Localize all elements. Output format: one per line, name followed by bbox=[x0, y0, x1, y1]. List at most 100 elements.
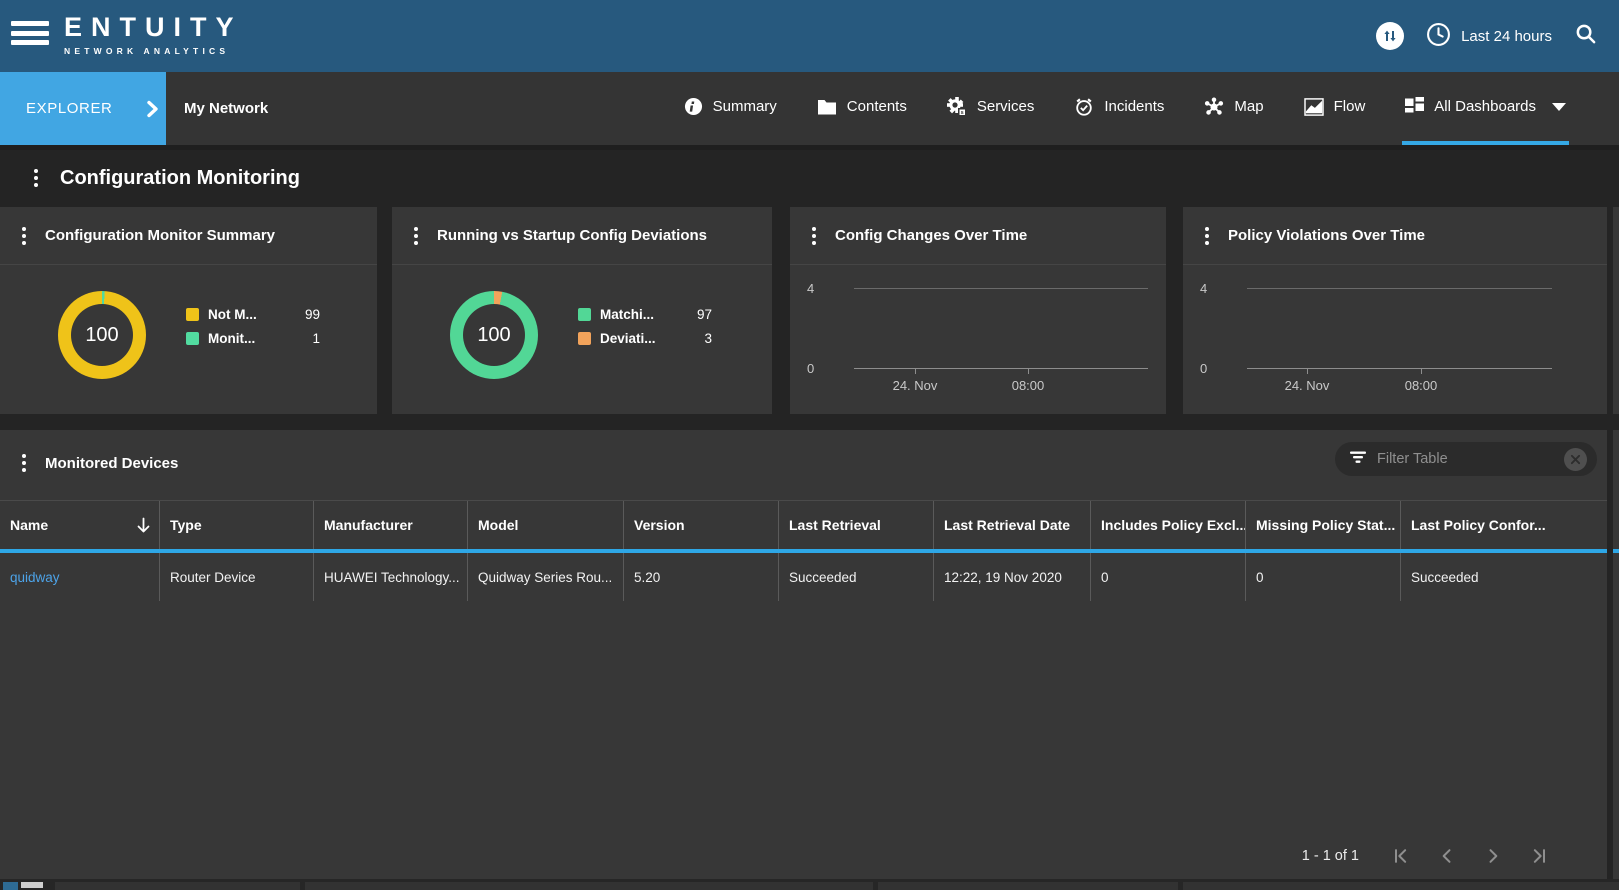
panel-title: Running vs Startup Config Deviations bbox=[437, 227, 708, 244]
tab-label: Map bbox=[1234, 98, 1264, 115]
alarm-clock-icon bbox=[1074, 97, 1094, 117]
explorer-button[interactable]: EXPLORER bbox=[0, 72, 166, 145]
hamburger-menu-icon[interactable] bbox=[11, 21, 49, 51]
folder-icon bbox=[817, 98, 837, 115]
column-header-label: Name bbox=[10, 517, 49, 533]
column-header-label: Version bbox=[634, 517, 685, 533]
cell: 0 bbox=[1091, 553, 1246, 601]
cell: Quidway Series Rou... bbox=[468, 553, 624, 601]
column-header-model[interactable]: Model bbox=[468, 501, 624, 549]
legend-swatch bbox=[578, 308, 591, 321]
tab-label: Incidents bbox=[1104, 98, 1165, 115]
column-header-type[interactable]: Type bbox=[160, 501, 314, 549]
next-page-icon[interactable] bbox=[1483, 846, 1503, 866]
nav-tabs: Summary Contents s Services Incidents Map Flow… bbox=[681, 72, 1569, 145]
column-header-version[interactable]: Version bbox=[624, 501, 779, 549]
panel-title: Configuration Monitor Summary bbox=[45, 227, 275, 244]
tab-summary[interactable]: Summary bbox=[681, 72, 780, 145]
tab-contents[interactable]: Contents bbox=[814, 72, 910, 145]
cell: Router Device bbox=[160, 553, 314, 601]
y-tick-label: 4 bbox=[1200, 281, 1208, 296]
column-header-label: Model bbox=[478, 517, 519, 533]
column-header-missing-policy-stat[interactable]: Missing Policy Stat... bbox=[1246, 501, 1401, 549]
panel-menu-icon[interactable] bbox=[806, 223, 822, 249]
dashboards-grid-icon bbox=[1405, 97, 1425, 116]
cell: Succeeded bbox=[779, 553, 934, 601]
legend-swatch bbox=[186, 308, 199, 321]
table-row[interactable]: quidway Router Device HUAWEI Technology...… bbox=[0, 553, 1607, 601]
legend-item[interactable]: Monit... 1 bbox=[186, 331, 320, 346]
logo-subtitle: NETWORK ANALYTICS bbox=[64, 46, 230, 56]
panel-title: Policy Violations Over Time bbox=[1228, 227, 1426, 244]
device-link[interactable]: quidway bbox=[0, 553, 160, 601]
legend-label: Deviati... bbox=[600, 331, 656, 346]
map-nodes-icon bbox=[1204, 96, 1224, 117]
legend-item[interactable]: Deviati... 3 bbox=[578, 331, 712, 346]
tab-label: Summary bbox=[712, 98, 777, 115]
legend-label: Matchi... bbox=[600, 307, 655, 322]
y-tick-label: 4 bbox=[807, 281, 815, 296]
chevron-right-icon bbox=[143, 100, 161, 118]
legend-swatch bbox=[578, 332, 591, 345]
search-icon[interactable] bbox=[1574, 22, 1597, 50]
last-page-icon[interactable] bbox=[1529, 846, 1549, 866]
panel-monitored-devices: Monitored Devices Name Type Manufacturer Mo… bbox=[0, 430, 1607, 879]
time-range-selector[interactable]: Last 24 hours bbox=[1426, 22, 1552, 51]
filter-table-field bbox=[1335, 442, 1597, 476]
column-header-label: Manufacturer bbox=[324, 517, 413, 533]
panel-menu-icon[interactable] bbox=[1199, 223, 1215, 249]
column-header-label: Type bbox=[170, 517, 202, 533]
donut-chart: 100 bbox=[58, 291, 146, 379]
legend-value: 1 bbox=[312, 331, 320, 346]
panel-policy-violations-over-time: Policy Violations Over Time 4 0 24. Nov … bbox=[1183, 207, 1607, 414]
x-tick-label: 08:00 bbox=[1011, 378, 1045, 393]
tab-services[interactable]: s Services bbox=[944, 72, 1038, 145]
panel-menu-icon[interactable] bbox=[16, 223, 32, 249]
first-page-icon[interactable] bbox=[1391, 846, 1411, 866]
sort-descending-icon[interactable] bbox=[136, 517, 151, 534]
context-my-network[interactable]: My Network bbox=[184, 72, 268, 145]
panel-menu-icon[interactable] bbox=[16, 450, 32, 476]
filter-table-input[interactable] bbox=[1377, 451, 1564, 467]
legend-item[interactable]: Not M... 99 bbox=[186, 307, 320, 322]
panel-title: Config Changes Over Time bbox=[835, 227, 1028, 244]
legend-value: 97 bbox=[696, 307, 712, 322]
cell: 0 bbox=[1246, 553, 1401, 601]
bottom-content-strip bbox=[0, 879, 1619, 890]
tab-flow[interactable]: Flow bbox=[1301, 72, 1369, 145]
y-tick-label: 0 bbox=[1200, 361, 1208, 376]
legend-value: 99 bbox=[304, 307, 320, 322]
column-header-includes-policy-excl[interactable]: Includes Policy Excl... bbox=[1091, 501, 1246, 549]
chevron-down-icon bbox=[1552, 102, 1566, 111]
swap-vertical-icon[interactable] bbox=[1376, 22, 1405, 50]
column-header-label: Includes Policy Excl... bbox=[1101, 517, 1246, 533]
flow-chart-icon bbox=[1303, 97, 1324, 116]
column-header-last-retrieval-date[interactable]: Last Retrieval Date bbox=[934, 501, 1091, 549]
panel-menu-icon[interactable] bbox=[408, 223, 424, 249]
filter-icon bbox=[1349, 449, 1367, 470]
navigation-bar: EXPLORER My Network Summary Contents s Serv… bbox=[0, 72, 1619, 145]
time-chart: 4 0 24. Nov 08:00 bbox=[1183, 265, 1607, 413]
prev-page-icon[interactable] bbox=[1437, 846, 1457, 866]
clear-filter-icon[interactable] bbox=[1564, 447, 1587, 471]
column-header-manufacturer[interactable]: Manufacturer bbox=[314, 501, 468, 549]
pagination: 1 - 1 of 1 bbox=[1302, 839, 1549, 873]
column-header-last-retrieval[interactable]: Last Retrieval bbox=[779, 501, 934, 549]
chart-legend: Matchi... 97 Deviati... 3 bbox=[578, 307, 712, 346]
entuity-dashboard: ENTUITY NETWORK ANALYTICS Last 24 hours bbox=[0, 0, 1619, 890]
tab-label: Flow bbox=[1333, 98, 1366, 115]
cell: Succeeded bbox=[1411, 569, 1479, 585]
tab-map[interactable]: Map bbox=[1201, 72, 1266, 145]
legend-item[interactable]: Matchi... 97 bbox=[578, 307, 712, 322]
logo-title: ENTUITY bbox=[64, 12, 243, 42]
dashboard-menu-icon[interactable] bbox=[28, 165, 44, 191]
tab-all-dashboards[interactable]: All Dashboards bbox=[1402, 72, 1569, 145]
panel-config-monitor-summary: Configuration Monitor Summary 100 Not M.… bbox=[0, 207, 377, 414]
donut-center-value: 100 bbox=[477, 323, 511, 346]
cell: 5.20 bbox=[624, 553, 779, 601]
column-header-name[interactable]: Name bbox=[0, 501, 160, 549]
tab-label: Services bbox=[976, 98, 1035, 115]
tab-incidents[interactable]: Incidents bbox=[1071, 72, 1167, 145]
column-header-last-policy-confor[interactable]: Last Policy Confor... bbox=[1401, 501, 1607, 549]
entuity-logo: ENTUITY NETWORK ANALYTICS bbox=[64, 12, 243, 56]
